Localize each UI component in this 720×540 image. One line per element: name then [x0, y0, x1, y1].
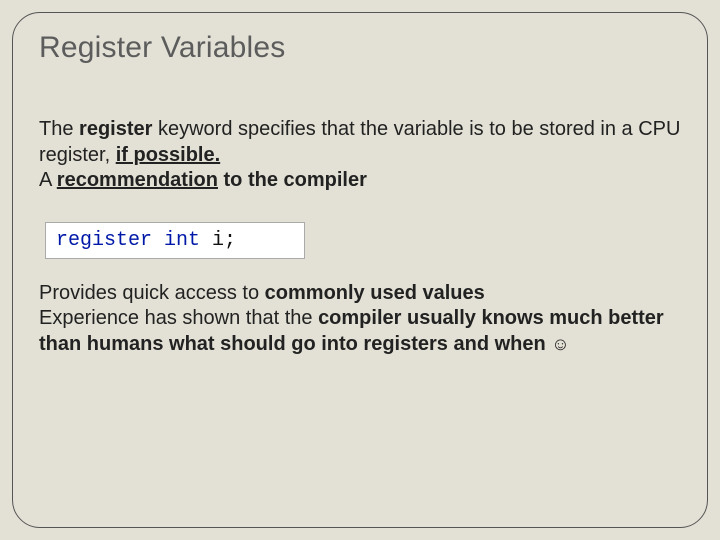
- p1-text-5: A: [39, 169, 57, 191]
- slide-title: Register Variables: [39, 31, 681, 65]
- p1-ifpossible-underline: if possible.: [116, 144, 220, 166]
- code-rest: i;: [200, 229, 236, 252]
- p2-commonly-bold: commonly used values: [265, 282, 485, 304]
- p1-register-bold: register: [79, 118, 152, 140]
- paragraph-1: The register keyword specifies that the …: [39, 117, 681, 194]
- smiley-icon: ☺: [551, 334, 569, 354]
- p1-text-1: The: [39, 118, 79, 140]
- code-keyword-register: register: [56, 229, 152, 252]
- p1-recommendation-underline: recommendation: [57, 169, 218, 191]
- paragraph-2: Provides quick access to commonly used v…: [39, 281, 681, 358]
- p2-text-3: Experience has shown that the: [39, 307, 318, 329]
- p1-text-7: to the compiler: [218, 169, 367, 191]
- p1-recommendation-bold: recommendation: [57, 169, 218, 191]
- p2-text-1: Provides quick access to: [39, 282, 265, 304]
- code-keyword-int: int: [164, 229, 200, 252]
- p1-ifpossible-bold: if possible.: [116, 144, 220, 166]
- code-box: register int i;: [45, 222, 305, 259]
- slide-frame: Register Variables The register keyword …: [12, 12, 708, 528]
